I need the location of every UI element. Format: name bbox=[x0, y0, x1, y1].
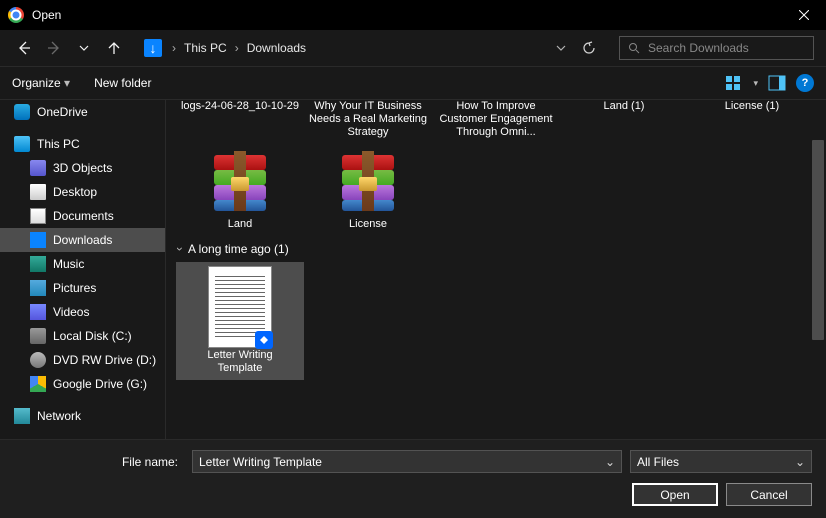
organize-menu[interactable]: Organize ▾ bbox=[12, 76, 70, 90]
nav-tree: OneDrive This PC 3D Objects Desktop Docu… bbox=[0, 100, 166, 439]
toolbar: Organize ▾ New folder ▾ ? bbox=[0, 66, 826, 100]
search-icon bbox=[628, 42, 640, 54]
filename-label: File name: bbox=[14, 455, 184, 469]
file-item[interactable]: How To Improve Customer Engagement Throu… bbox=[432, 100, 560, 147]
window-title: Open bbox=[32, 8, 61, 22]
file-item-land[interactable]: Land bbox=[176, 147, 304, 236]
group-header[interactable]: › A long time ago (1) bbox=[166, 236, 826, 262]
file-item[interactable]: Land (1) bbox=[560, 100, 688, 147]
view-dropdown[interactable]: ▾ bbox=[753, 78, 758, 89]
forward-button[interactable] bbox=[42, 36, 66, 60]
back-button[interactable] bbox=[12, 36, 36, 60]
tree-pictures[interactable]: Pictures bbox=[0, 276, 165, 300]
bottom-panel: File name: Letter Writing Template ⌄ All… bbox=[0, 439, 826, 518]
open-button[interactable]: Open bbox=[632, 483, 718, 506]
downloads-folder-icon bbox=[144, 39, 162, 57]
history-dropdown[interactable] bbox=[549, 36, 573, 60]
tree-thispc[interactable]: This PC bbox=[0, 132, 165, 156]
tree-desktop[interactable]: Desktop bbox=[0, 180, 165, 204]
title-bar: Open bbox=[0, 0, 826, 30]
up-button[interactable] bbox=[102, 36, 126, 60]
breadcrumb-current[interactable]: Downloads bbox=[247, 41, 306, 55]
cancel-button[interactable]: Cancel bbox=[726, 483, 812, 506]
new-folder-button[interactable]: New folder bbox=[94, 76, 151, 90]
scrollbar[interactable] bbox=[810, 100, 826, 439]
help-button[interactable]: ? bbox=[796, 74, 814, 92]
tree-dvd[interactable]: DVD RW Drive (D:) bbox=[0, 348, 165, 372]
file-item-license[interactable]: License bbox=[304, 147, 432, 236]
file-list: logs-24-06-28_10-10-29 Why Your IT Busin… bbox=[166, 100, 826, 439]
file-item[interactable]: License (1) bbox=[688, 100, 816, 147]
breadcrumb-root[interactable]: This PC bbox=[184, 41, 227, 55]
tree-music[interactable]: Music bbox=[0, 252, 165, 276]
chevron-down-icon: ⌄ bbox=[795, 455, 805, 469]
close-button[interactable] bbox=[781, 0, 826, 30]
recent-dropdown[interactable] bbox=[72, 36, 96, 60]
search-input[interactable] bbox=[648, 41, 805, 55]
chevron-down-icon: ⌄ bbox=[605, 455, 615, 469]
refresh-button[interactable] bbox=[577, 36, 601, 60]
filetype-combo[interactable]: All Files ⌄ bbox=[630, 450, 812, 473]
chrome-icon bbox=[8, 7, 24, 23]
tree-3dobjects[interactable]: 3D Objects bbox=[0, 156, 165, 180]
file-item[interactable]: Why Your IT Business Needs a Real Market… bbox=[304, 100, 432, 147]
file-item[interactable]: logs-24-06-28_10-10-29 bbox=[176, 100, 304, 147]
nav-bar: › This PC › Downloads bbox=[0, 30, 826, 66]
preview-pane-button[interactable] bbox=[768, 75, 786, 91]
tree-localdisk[interactable]: Local Disk (C:) bbox=[0, 324, 165, 348]
rar-icon bbox=[208, 151, 272, 215]
document-icon bbox=[208, 266, 272, 348]
tree-downloads[interactable]: Downloads bbox=[0, 228, 165, 252]
search-box[interactable] bbox=[619, 36, 814, 60]
tree-videos[interactable]: Videos bbox=[0, 300, 165, 324]
tree-gdrive[interactable]: Google Drive (G:) bbox=[0, 372, 165, 396]
breadcrumb[interactable]: › This PC › Downloads bbox=[168, 41, 531, 55]
tree-onedrive[interactable]: OneDrive bbox=[0, 100, 165, 124]
rar-icon bbox=[336, 151, 400, 215]
filename-combo[interactable]: Letter Writing Template ⌄ bbox=[192, 450, 622, 473]
view-options-button[interactable] bbox=[725, 75, 743, 91]
file-item-letter-template[interactable]: Letter Writing Template bbox=[176, 262, 304, 380]
tree-documents[interactable]: Documents bbox=[0, 204, 165, 228]
tree-network[interactable]: Network bbox=[0, 404, 165, 428]
